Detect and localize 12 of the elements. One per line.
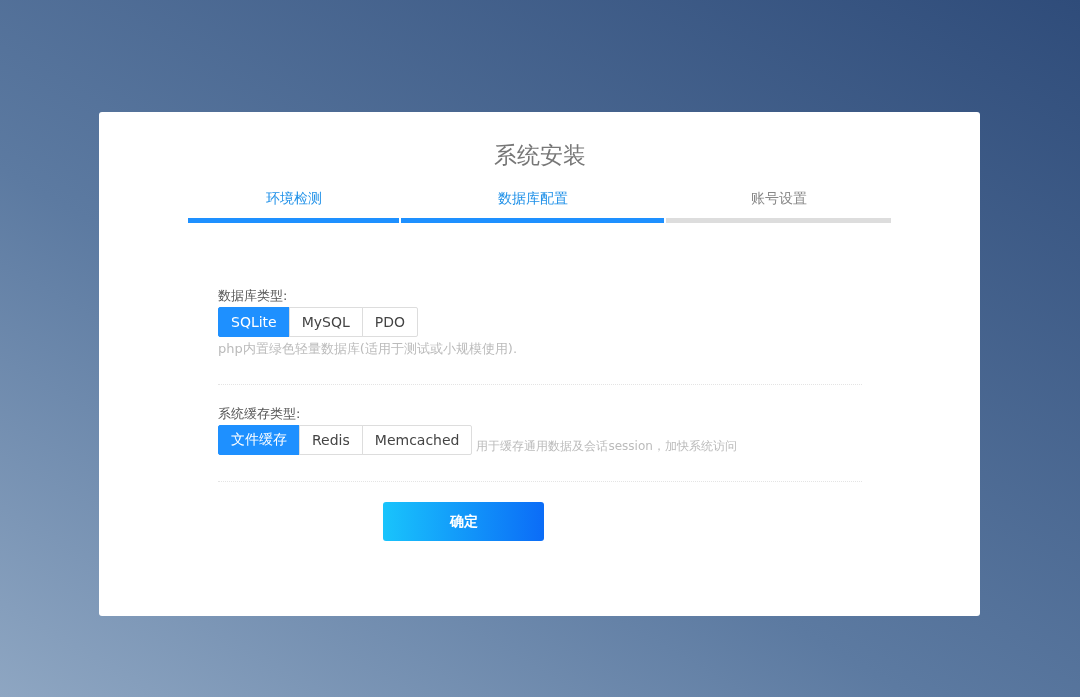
help-text: php内置绿色轻量数据库(适用于测试或小规模使用).: [218, 340, 518, 358]
step-label: 账号设置: [750, 189, 807, 208]
field-label: 数据库类型:: [218, 287, 288, 305]
option-button[interactable]: Memcached: [361, 425, 473, 455]
option-button[interactable]: PDO: [361, 307, 419, 337]
page-title: 系统安装: [492, 141, 587, 170]
field-label: 系统缓存类型:: [218, 405, 301, 423]
help-text: 用于缓存通用数据及会话session，加快系统访问: [476, 438, 737, 455]
option-button[interactable]: Redis: [299, 425, 363, 455]
step-label: 数据库配置: [497, 189, 568, 208]
option-button[interactable]: MySQL: [288, 307, 363, 337]
step-label: 环境检测: [265, 189, 322, 208]
